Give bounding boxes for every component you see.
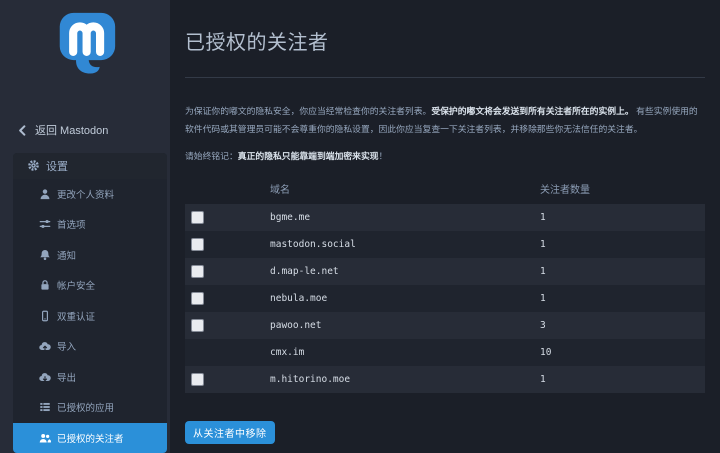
- chevron-left-icon: [16, 124, 29, 137]
- sidebar-item-label: 更改个人资料: [57, 187, 114, 201]
- table-row: mastodon.social 1: [185, 231, 705, 258]
- row-checkbox[interactable]: [191, 373, 204, 386]
- row-checkbox[interactable]: [191, 292, 204, 305]
- mastodon-logo: [54, 12, 116, 91]
- gear-icon: [27, 159, 40, 172]
- domain-cell: nebula.moe: [270, 285, 540, 312]
- sidebar-item[interactable]: 通知: [13, 240, 167, 271]
- count-cell: 10: [540, 339, 705, 366]
- domain-cell: pawoo.net: [270, 312, 540, 339]
- title-divider: [185, 77, 705, 78]
- back-to-mastodon-link[interactable]: 返回 Mastodon: [0, 113, 170, 147]
- table-row: cmx.im 10: [185, 339, 705, 366]
- sidebar-item[interactable]: 帐户安全: [13, 270, 167, 301]
- settings-nav: 设置 更改个人资料 首选项 通知: [13, 153, 167, 453]
- sidebar-item[interactable]: 导出: [13, 362, 167, 393]
- domain-cell: cmx.im: [270, 339, 540, 366]
- mobile-icon: [39, 310, 51, 322]
- table-row: pawoo.net 3: [185, 312, 705, 339]
- domain-cell: bgme.me: [270, 204, 540, 231]
- cloud-download-icon: [39, 371, 51, 383]
- row-checkbox[interactable]: [191, 238, 204, 251]
- row-checkbox[interactable]: [191, 319, 204, 332]
- sidebar-item-label: 导入: [57, 339, 76, 353]
- checkbox-column-header: [185, 177, 270, 204]
- count-cell: 1: [540, 285, 705, 312]
- sidebar-item-label: 已授权的关注者: [57, 431, 124, 445]
- sidebar-item-label: 导出: [57, 370, 76, 384]
- table-header-row: 域名 关注者数量: [185, 177, 705, 204]
- count-column-header: 关注者数量: [540, 177, 705, 204]
- domain-cell: m.hitorino.moe: [270, 366, 540, 393]
- sidebar-item-label: 通知: [57, 248, 76, 262]
- content-area: 已授权的关注者 为保证你的嘟文的隐私安全，你应当经常检查你的关注者列表。受保护的…: [170, 0, 720, 453]
- domain-cell: mastodon.social: [270, 231, 540, 258]
- bell-icon: [39, 249, 51, 261]
- row-checkbox[interactable]: [191, 211, 204, 224]
- sidebar-item-label: 首选项: [57, 217, 86, 231]
- count-cell: 1: [540, 258, 705, 285]
- privacy-intro-paragraph: 为保证你的嘟文的隐私安全，你应当经常检查你的关注者列表。受保护的嘟文将会发送到所…: [185, 102, 705, 138]
- settings-label: 设置: [46, 158, 68, 174]
- intro-bold-text: 受保护的嘟文将会发送到所有关注者所在的实例上。: [431, 106, 633, 116]
- followers-table: 域名 关注者数量 bgme.me 1 mastodon.social 1: [185, 177, 705, 393]
- count-cell: 1: [540, 204, 705, 231]
- row-checkbox[interactable]: [191, 265, 204, 278]
- cloud-upload-icon: [39, 340, 51, 352]
- table-row: bgme.me 1: [185, 204, 705, 231]
- sliders-icon: [39, 218, 51, 230]
- sidebar-item-label: 双重认证: [57, 309, 95, 323]
- domain-column-header: 域名: [270, 177, 540, 204]
- sidebar-item[interactable]: 首选项: [13, 209, 167, 240]
- sidebar-item[interactable]: 导入: [13, 331, 167, 362]
- sidebar-item[interactable]: 双重认证: [13, 301, 167, 332]
- sidebar-item-label: 帐户安全: [57, 278, 95, 292]
- table-row: nebula.moe 1: [185, 285, 705, 312]
- sidebar-item-settings[interactable]: 设置: [13, 153, 167, 178]
- sidebar-item-label: 已授权的应用: [57, 400, 114, 414]
- logo-container: [0, 0, 170, 91]
- sidebar-item[interactable]: 已授权的关注者: [13, 423, 167, 453]
- user-icon: [39, 188, 51, 200]
- sidebar-item[interactable]: 更改个人资料: [13, 179, 167, 210]
- domain-cell: d.map-le.net: [270, 258, 540, 285]
- count-cell: 1: [540, 231, 705, 258]
- list-icon: [39, 401, 51, 413]
- note-bold-text: 真正的隐私只能靠端到端加密来实现: [238, 151, 379, 161]
- lock-icon: [39, 279, 51, 291]
- page-title: 已授权的关注者: [185, 26, 705, 55]
- back-link-label: 返回 Mastodon: [35, 122, 108, 138]
- settings-sidebar: 返回 Mastodon 设置 更改个人资料 首选项 通知: [0, 0, 170, 453]
- sidebar-item[interactable]: 已授权的应用: [13, 392, 167, 423]
- privacy-note-paragraph: 请始终铭记：真正的隐私只能靠端到端加密来实现！: [185, 149, 705, 163]
- remove-from-followers-button[interactable]: 从关注者中移除: [185, 421, 275, 444]
- table-row: d.map-le.net 1: [185, 258, 705, 285]
- table-row: m.hitorino.moe 1: [185, 366, 705, 393]
- users-icon: [39, 432, 51, 444]
- count-cell: 3: [540, 312, 705, 339]
- settings-submenu: 更改个人资料 首选项 通知 帐户安全: [13, 179, 167, 453]
- count-cell: 1: [540, 366, 705, 393]
